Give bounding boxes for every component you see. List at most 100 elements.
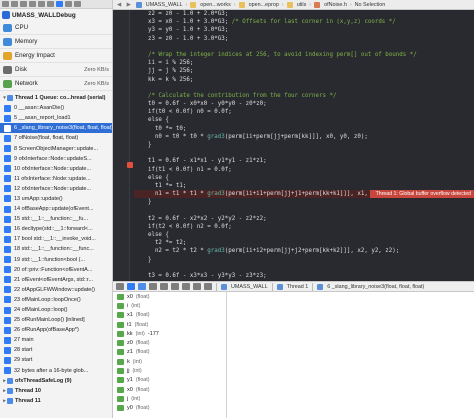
stack-frame-row[interactable]: 0 __asan::AsanDie() <box>0 103 112 113</box>
stack-frame-row[interactable]: 7 ofNoise(float, float, float) <box>0 133 112 143</box>
gauge-mem[interactable]: Memory <box>0 35 112 49</box>
variable-row[interactable]: kk (int) -177 <box>113 329 226 338</box>
code-line[interactable]: if(t2 < 0.0f) n2 = 0.0f; <box>134 223 474 231</box>
variable-row[interactable]: k (int) <box>113 357 226 366</box>
variable-row[interactable]: i (int) <box>113 301 226 310</box>
code-line[interactable] <box>134 207 474 215</box>
code-line[interactable]: } <box>134 198 474 206</box>
code-line[interactable]: if(t0 < 0.0f) n0 = 0.0f; <box>134 108 474 116</box>
code-line[interactable]: /* Calculate the contribution from the f… <box>134 92 474 100</box>
stack-frame-row[interactable]: 9 ofxInterface::Node::updateS... <box>0 154 112 164</box>
thread-row[interactable]: ▾ Thread 1 Queue: co...hread (serial) <box>0 93 112 103</box>
symbol-icon[interactable] <box>20 1 27 7</box>
debug-thread-label[interactable]: Thread 1 <box>287 284 309 290</box>
code-line[interactable]: jj = j % 256; <box>134 67 474 75</box>
stack-frame-row[interactable]: 6 _slang_library_noise3(float, float, fl… <box>0 123 112 134</box>
code-line[interactable] <box>134 264 474 272</box>
code-line[interactable] <box>134 43 474 51</box>
code-line[interactable]: t1 *= t1; <box>134 182 474 190</box>
folder-icon[interactable] <box>2 1 9 7</box>
code-line[interactable]: else { <box>134 174 474 182</box>
variable-row[interactable]: x1 (float) <box>113 311 226 320</box>
variable-row[interactable]: y0 (float) <box>113 404 226 413</box>
breakpoints-toggle-icon[interactable] <box>127 283 135 290</box>
console-view[interactable] <box>228 292 474 418</box>
step-in-icon[interactable] <box>160 283 168 290</box>
stack-frame-row[interactable]: 14 ofBaseApp::update(ofEvent... <box>0 204 112 214</box>
code-line[interactable]: } <box>134 256 474 264</box>
breadcrumb-item[interactable]: open...works <box>200 2 231 8</box>
report-icon[interactable] <box>74 1 81 7</box>
code-line[interactable]: t0 *= t0; <box>134 125 474 133</box>
thread-row[interactable]: ▸ ofxThreadSafeLog (9) <box>0 376 112 386</box>
variable-row[interactable]: x0 (float) <box>113 385 226 394</box>
stack-frame-row[interactable]: 18 std::__1::__function::__func... <box>0 244 112 254</box>
stack-frame-row[interactable]: 19 std::__1::function<bool (... <box>0 255 112 265</box>
stack-frame-row[interactable]: 16 decltype(std::__1::forward<... <box>0 224 112 234</box>
code-line[interactable]: ii = i % 256; <box>134 59 474 67</box>
breakpoint-icon[interactable] <box>65 1 72 7</box>
variable-row[interactable]: x0 (float) <box>113 292 226 301</box>
stack-frame-row[interactable]: 29 start <box>0 355 112 365</box>
variable-row[interactable]: jj (int) <box>113 366 226 375</box>
code-editor[interactable]: z2 = z0 - 1.0 + 2.0*G3; x3 = x0 - 1.0 + … <box>113 10 474 281</box>
gauge-energy[interactable]: Energy Impact <box>0 49 112 63</box>
breadcrumb-item[interactable]: open...eprop <box>249 2 279 8</box>
variable-row[interactable]: z1 (float) <box>113 348 226 357</box>
breadcrumb-item[interactable]: No Selection <box>355 2 386 8</box>
stack-frame-row[interactable]: 28 start <box>0 345 112 355</box>
stack-frame-row[interactable]: 26 ofRunApp(ofBaseApp*) <box>0 325 112 335</box>
stack-frame-row[interactable]: 21 ofEvent<ofEventArgs, std::r... <box>0 275 112 285</box>
source-control-icon[interactable] <box>11 1 18 7</box>
code-line[interactable]: /* Wrap the integer indices at 256, to a… <box>134 51 474 59</box>
code-line[interactable]: z2 = z0 - 1.0 + 2.0*G3; <box>134 10 474 18</box>
gauge-disk[interactable]: Disk Zero KB/s <box>0 63 112 77</box>
variables-view[interactable]: x0 (float) i (int) x1 (float) t1 (float) kk (int)… <box>113 292 227 418</box>
location-icon[interactable] <box>204 283 212 290</box>
search-icon[interactable] <box>29 1 36 7</box>
variable-row[interactable]: j (int) <box>113 394 226 403</box>
code-line[interactable]: } <box>134 141 474 149</box>
stack-frame-row[interactable]: 15 std::__1::__function::__fu... <box>0 214 112 224</box>
debug-process-label[interactable]: UMASS_WALL <box>231 284 268 290</box>
code-line[interactable]: kk = k % 256; <box>134 76 474 84</box>
code-line[interactable]: y3 = y0 - 1.0 + 3.0*G3; <box>134 26 474 34</box>
variable-row[interactable]: t1 (float) <box>113 320 226 329</box>
code-line[interactable]: if(t1 < 0.0f) n1 = 0.0f; <box>134 166 474 174</box>
stack-frame-row[interactable]: 17 bool std::__1::__invoke_void... <box>0 234 112 244</box>
stack-frame-row[interactable]: 20 of::priv::Function<ofEventA... <box>0 265 112 275</box>
step-over-icon[interactable] <box>149 283 157 290</box>
stack-frame-row[interactable]: 12 ofxInterface::Node::update... <box>0 184 112 194</box>
code-line[interactable] <box>134 84 474 92</box>
variable-row[interactable]: y1 (float) <box>113 376 226 385</box>
stack-frame-row[interactable]: 11 ofxInterface::Node::update... <box>0 174 112 184</box>
gauge-cpu[interactable]: CPU <box>0 21 112 35</box>
stack-frame-row[interactable]: 32 bytes after a 16-byte glob... <box>0 366 112 376</box>
breadcrumb-item[interactable]: ofNoise.h <box>324 2 347 8</box>
stack-frame-row[interactable]: 27 main <box>0 335 112 345</box>
line-gutter[interactable] <box>113 10 130 281</box>
error-code-line[interactable]: n1 = t1 * t1 * grad3(perm[ii+i1+perm[jj+… <box>134 190 474 199</box>
stack-frame-row[interactable]: 22 ofAppGLFWWindow::update() <box>0 285 112 295</box>
code-line[interactable]: x3 = x0 - 1.0 + 3.0*G3; /* Offsets for l… <box>134 18 474 26</box>
thread-row[interactable]: ▸ Thread 10 <box>0 386 112 396</box>
stack-frame-row[interactable]: 23 ofMainLoop::loopOnce() <box>0 295 112 305</box>
thread-row[interactable]: ▸ Thread 11 <box>0 396 112 406</box>
process-row[interactable]: UMASS_WALLDebug <box>0 9 112 21</box>
debug-navigator-icon[interactable] <box>56 1 63 7</box>
code-line[interactable]: t0 = 0.6f - x0*x0 - y0*y0 - z0*z0; <box>134 100 474 108</box>
stack-frame-row[interactable]: 24 ofMainLoop::loop() <box>0 305 112 315</box>
breadcrumb-item[interactable]: utils <box>297 2 307 8</box>
debug-frame-label[interactable]: 6 _slang_library_noise3(float, float, fl… <box>327 284 424 290</box>
code-line[interactable]: else { <box>134 231 474 239</box>
memory-graph-icon[interactable] <box>193 283 201 290</box>
test-icon[interactable] <box>47 1 54 7</box>
back-forward-arrows[interactable]: ◀ ▶ <box>117 2 133 8</box>
stack-frame-row[interactable]: 25 ofRunMainLoop() [inlined] <box>0 315 112 325</box>
variable-row[interactable]: z0 (float) <box>113 338 226 347</box>
code-line[interactable]: t3 = 0.6f - x3*x3 - y3*y3 - z3*z3; <box>134 272 474 280</box>
code-lines[interactable]: z2 = z0 - 1.0 + 2.0*G3; x3 = x0 - 1.0 + … <box>134 10 474 281</box>
stack-frame-row[interactable]: 13 umApp::update() <box>0 194 112 204</box>
error-marker-icon[interactable] <box>127 162 133 168</box>
hide-debug-area-icon[interactable] <box>116 283 124 290</box>
